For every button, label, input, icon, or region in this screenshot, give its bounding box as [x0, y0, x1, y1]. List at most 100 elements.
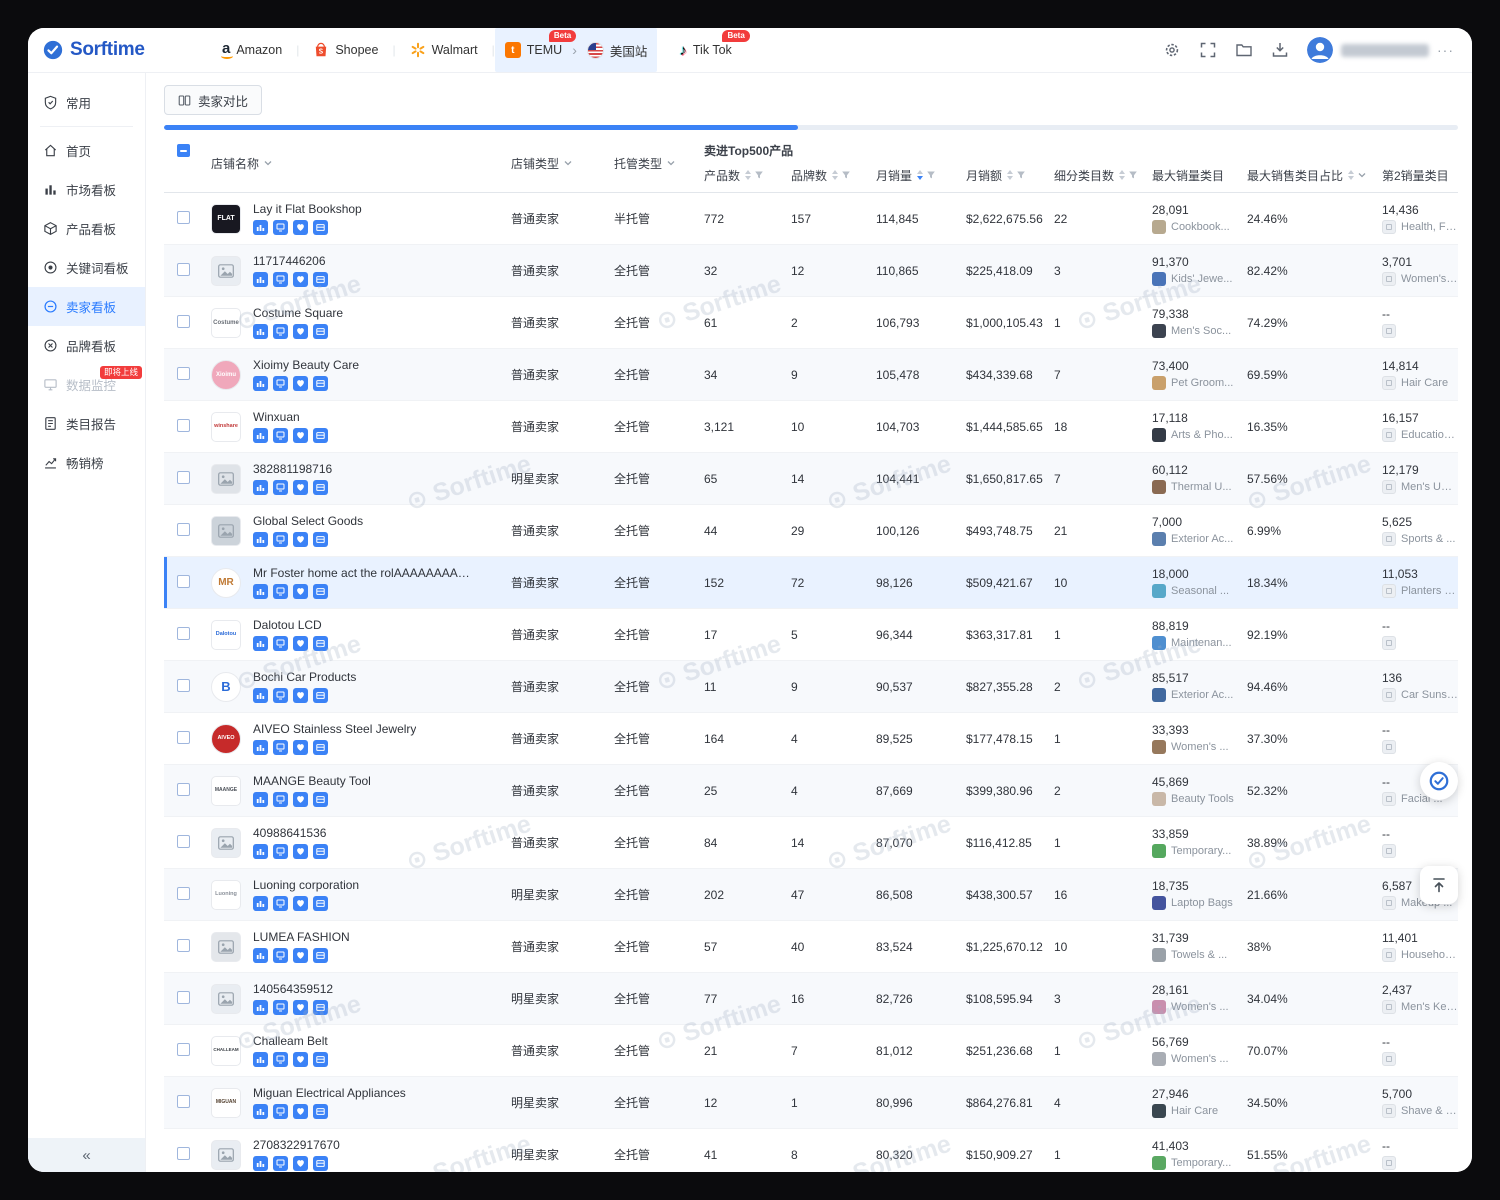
sidebar-collapse-button[interactable]: «	[28, 1138, 145, 1172]
coupon-action-icon[interactable]	[313, 1104, 328, 1119]
sidebar-item-home[interactable]: 首页	[28, 131, 145, 170]
chevron-down-icon[interactable]	[1357, 170, 1367, 180]
coupon-action-icon[interactable]	[313, 480, 328, 495]
sort-toggle[interactable]	[1348, 170, 1354, 180]
tab-temu[interactable]: t TEMU Beta	[495, 28, 572, 72]
store-name-link[interactable]: 140564359512	[253, 982, 333, 996]
store-name-link[interactable]: LUMEA FASHION	[253, 930, 350, 944]
table-row[interactable]: MR Mr Foster home act the rolAAAAAAAAAA …	[164, 557, 1458, 609]
favorite-action-icon[interactable]	[293, 324, 308, 339]
monitor-action-icon[interactable]	[273, 740, 288, 755]
favorite-action-icon[interactable]	[293, 636, 308, 651]
monitor-action-icon[interactable]	[273, 324, 288, 339]
analysis-action-icon[interactable]	[253, 532, 268, 547]
chevron-down-icon[interactable]	[666, 158, 676, 168]
store-name-link[interactable]: Luoning corporation	[253, 878, 359, 892]
favorite-action-icon[interactable]	[293, 220, 308, 235]
analysis-action-icon[interactable]	[253, 1104, 268, 1119]
analysis-action-icon[interactable]	[253, 324, 268, 339]
analysis-action-icon[interactable]	[253, 688, 268, 703]
monitor-action-icon[interactable]	[273, 636, 288, 651]
analysis-action-icon[interactable]	[253, 480, 268, 495]
analysis-action-icon[interactable]	[253, 1052, 268, 1067]
analysis-action-icon[interactable]	[253, 948, 268, 963]
row-checkbox[interactable]	[177, 471, 190, 484]
favorite-action-icon[interactable]	[293, 1000, 308, 1015]
analysis-action-icon[interactable]	[253, 792, 268, 807]
store-name-link[interactable]: Winxuan	[253, 410, 328, 424]
sidebar-section-common[interactable]: 常用	[28, 83, 145, 122]
table-row[interactable]: Xioimu Xioimy Beauty Care 普通卖家 全托管 34 9 …	[164, 349, 1458, 401]
filter-funnel-icon[interactable]	[1128, 170, 1138, 180]
store-name-link[interactable]: AIVEO Stainless Steel Jewelry	[253, 722, 416, 736]
sidebar-item-bestseller[interactable]: 畅销榜	[28, 443, 145, 482]
analysis-action-icon[interactable]	[253, 636, 268, 651]
coupon-action-icon[interactable]	[313, 688, 328, 703]
coupon-action-icon[interactable]	[313, 636, 328, 651]
coupon-action-icon[interactable]	[313, 584, 328, 599]
row-checkbox[interactable]	[177, 679, 190, 692]
filter-funnel-icon[interactable]	[1016, 170, 1026, 180]
analysis-action-icon[interactable]	[253, 896, 268, 911]
sort-toggle-active-desc[interactable]	[917, 170, 923, 180]
table-row[interactable]: 2708322917670 明星卖家 全托管 41 8 80,320 $150,…	[164, 1129, 1458, 1172]
monitor-action-icon[interactable]	[273, 1156, 288, 1171]
chevron-down-icon[interactable]	[263, 158, 273, 168]
store-name-link[interactable]: Bochi Car Products	[253, 670, 356, 684]
coupon-action-icon[interactable]	[313, 428, 328, 443]
favorite-action-icon[interactable]	[293, 1156, 308, 1171]
coupon-action-icon[interactable]	[313, 272, 328, 287]
row-checkbox[interactable]	[177, 627, 190, 640]
store-name-link[interactable]: 40988641536	[253, 826, 328, 840]
coupon-action-icon[interactable]	[313, 740, 328, 755]
seller-compare-button[interactable]: 卖家对比	[164, 85, 262, 115]
table-row[interactable]: B Bochi Car Products 普通卖家 全托管 11 9 90,53…	[164, 661, 1458, 713]
monitor-action-icon[interactable]	[273, 532, 288, 547]
coupon-action-icon[interactable]	[313, 532, 328, 547]
store-name-link[interactable]: 382881198716	[253, 462, 332, 476]
table-row[interactable]: 382881198716 明星卖家 全托管 65 14 104,441 $1,6…	[164, 453, 1458, 505]
monitor-action-icon[interactable]	[273, 792, 288, 807]
table-row[interactable]: winshare Winxuan 普通卖家 全托管 3,121 10 104,7…	[164, 401, 1458, 453]
row-checkbox[interactable]	[177, 575, 190, 588]
table-row[interactable]: Luoning Luoning corporation 明星卖家 全托管 202…	[164, 869, 1458, 921]
table-row[interactable]: MAANGE MAANGE Beauty Tool 普通卖家 全托管 25 4 …	[164, 765, 1458, 817]
store-name-link[interactable]: 11717446206	[253, 254, 328, 268]
filter-funnel-icon[interactable]	[841, 170, 851, 180]
analysis-action-icon[interactable]	[253, 376, 268, 391]
analysis-action-icon[interactable]	[253, 740, 268, 755]
row-checkbox[interactable]	[177, 315, 190, 328]
sort-toggle[interactable]	[745, 170, 751, 180]
row-checkbox[interactable]	[177, 367, 190, 380]
monitor-action-icon[interactable]	[273, 948, 288, 963]
sidebar-item-brand[interactable]: 品牌看板	[28, 326, 145, 365]
tab-shopee[interactable]: Shopee	[299, 28, 392, 72]
favorite-action-icon[interactable]	[293, 376, 308, 391]
sort-toggle[interactable]	[1007, 170, 1013, 180]
row-checkbox[interactable]	[177, 939, 190, 952]
analysis-action-icon[interactable]	[253, 1156, 268, 1171]
monitor-action-icon[interactable]	[273, 376, 288, 391]
store-name-link[interactable]: Mr Foster home act the rolAAAAAAAAAA	[253, 566, 471, 580]
table-row[interactable]: 11717446206 普通卖家 全托管 32 12 110,865 $225,…	[164, 245, 1458, 297]
filter-funnel-icon[interactable]	[926, 170, 936, 180]
favorite-action-icon[interactable]	[293, 688, 308, 703]
coupon-action-icon[interactable]	[313, 1000, 328, 1015]
coupon-action-icon[interactable]	[313, 896, 328, 911]
table-row[interactable]: Dalotou Dalotou LCD 普通卖家 全托管 17 5 96,344…	[164, 609, 1458, 661]
table-row[interactable]: LUMEA FASHION 普通卖家 全托管 57 40 83,524 $1,2…	[164, 921, 1458, 973]
row-checkbox[interactable]	[177, 419, 190, 432]
monitor-action-icon[interactable]	[273, 480, 288, 495]
row-checkbox[interactable]	[177, 1043, 190, 1056]
favorite-action-icon[interactable]	[293, 272, 308, 287]
service-float-button[interactable]	[1420, 762, 1458, 800]
more-menu-icon[interactable]: ···	[1437, 42, 1454, 58]
table-row[interactable]: Global Select Goods 普通卖家 全托管 44 29 100,1…	[164, 505, 1458, 557]
filter-funnel-icon[interactable]	[754, 170, 764, 180]
favorite-action-icon[interactable]	[293, 792, 308, 807]
store-name-link[interactable]: Challeam Belt	[253, 1034, 328, 1048]
table-row[interactable]: Costume Costume Square 普通卖家 全托管 61 2 106…	[164, 297, 1458, 349]
tab-amazon[interactable]: a Amazon	[208, 28, 296, 72]
favorite-action-icon[interactable]	[293, 740, 308, 755]
sort-toggle[interactable]	[1119, 170, 1125, 180]
